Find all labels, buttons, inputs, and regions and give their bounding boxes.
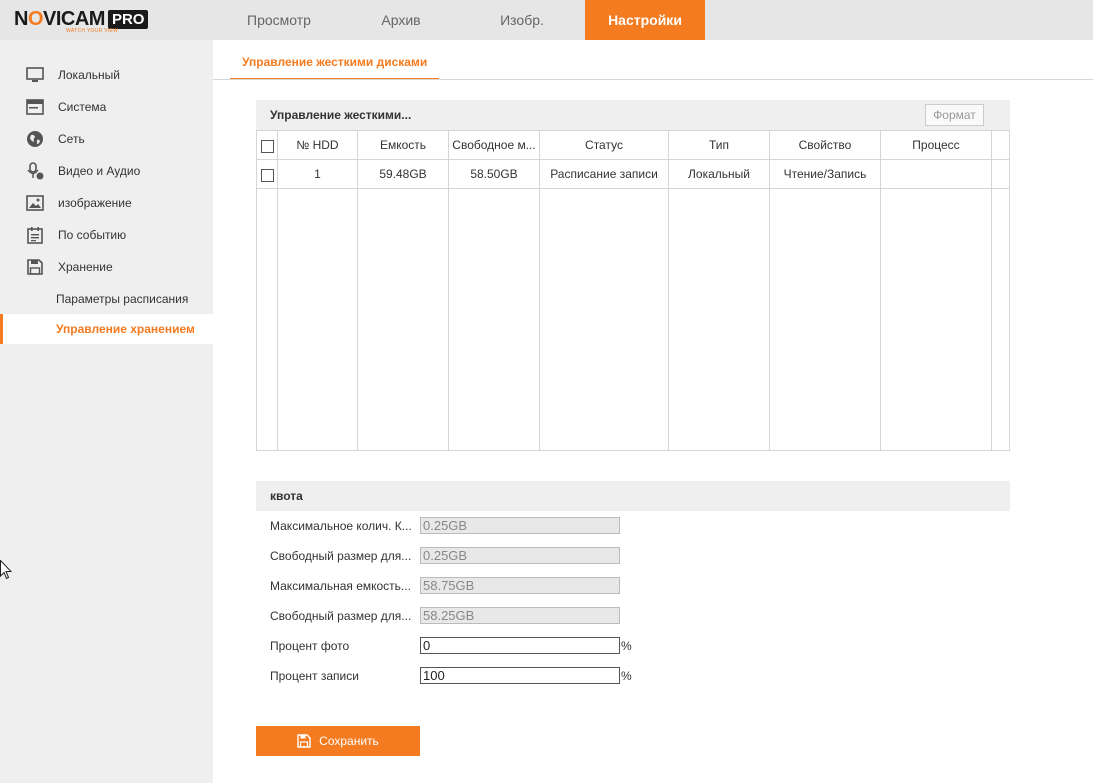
select-all-checkbox[interactable]: [261, 140, 274, 153]
column-header-status[interactable]: Статус: [540, 131, 668, 160]
microphone-icon: [27, 162, 44, 180]
subtab-divider: [213, 79, 1093, 80]
tab-image[interactable]: Изобр.: [458, 0, 586, 40]
sidebar-item-label: Локальный: [58, 68, 120, 82]
sidebar-item-local[interactable]: Локальный: [0, 59, 213, 91]
sidebar-item-label: Хранение: [58, 260, 113, 274]
hdd-table: № HDD Емкость Свободное м... Статус Тип …: [256, 130, 1010, 451]
sidebar-item-label: изображение: [58, 196, 132, 210]
column-header-capacity[interactable]: Емкость: [358, 131, 448, 160]
globe-icon: [27, 131, 43, 147]
floppy-icon: [27, 259, 43, 275]
sidebar-subitem-schedule[interactable]: Параметры расписания: [0, 284, 213, 314]
sidebar-subitem-label: Параметры расписания: [56, 292, 189, 306]
sidebar-item-label: По событию: [58, 228, 127, 242]
percent-suffix: %: [621, 639, 632, 653]
free-record-size-label: Свободный размер для...: [270, 609, 412, 623]
max-record-capacity-label: Максимальная емкость...: [270, 579, 411, 593]
sidebar-item-storage[interactable]: Хранение: [0, 251, 213, 283]
max-picture-capacity-field: [420, 517, 620, 534]
column-header-free[interactable]: Свободное м...: [449, 131, 539, 160]
column-header-property[interactable]: Свойство: [770, 131, 880, 160]
sidebar-subitem-label: Управление хранением: [56, 322, 195, 336]
logo-tagline: WATCH YOUR VIEW: [66, 28, 119, 34]
cell-free: 58.50GB: [470, 167, 518, 181]
mouse-cursor-icon: [0, 560, 12, 580]
max-record-capacity-field: [420, 577, 620, 594]
free-record-size-field: [420, 607, 620, 624]
logo: NOVICAM PRO WATCH YOUR VIEW: [14, 8, 149, 34]
floppy-icon: [297, 734, 311, 748]
cell-hdd: 1: [314, 167, 321, 181]
cell-type: Локальный: [688, 167, 750, 181]
sidebar-item-label: Сеть: [58, 132, 85, 146]
logo-badge: PRO: [107, 10, 149, 29]
tab-preview[interactable]: Просмотр: [214, 0, 344, 40]
cell-status: Расписание записи: [550, 167, 658, 181]
tab-settings[interactable]: Настройки: [585, 0, 705, 40]
free-picture-size-field: [420, 547, 620, 564]
sidebar-subitem-storage-management[interactable]: Управление хранением: [0, 314, 213, 344]
save-button[interactable]: Сохранить: [256, 726, 420, 756]
picture-percent-input[interactable]: [420, 637, 620, 654]
record-percent-label: Процент записи: [270, 669, 359, 683]
percent-suffix: %: [621, 669, 632, 683]
top-navigation-bar: NOVICAM PRO WATCH YOUR VIEW Просмотр Арх…: [0, 0, 1093, 40]
row-checkbox[interactable]: [261, 169, 274, 182]
tab-archive[interactable]: Архив: [344, 0, 458, 40]
quota-section-header: квота: [256, 481, 1010, 511]
sidebar-item-event[interactable]: По событию: [0, 219, 213, 251]
max-picture-capacity-label: Максимальное колич. К...: [270, 519, 412, 533]
quota-section-title: квота: [270, 489, 303, 503]
column-header-hdd[interactable]: № HDD: [278, 131, 357, 160]
cell-property: Чтение/Запись: [783, 167, 867, 181]
sidebar-item-image[interactable]: изображение: [0, 187, 213, 219]
logo-text: NOVICAM: [14, 8, 105, 30]
monitor-icon: [26, 67, 44, 82]
format-button[interactable]: Формат: [925, 104, 984, 126]
image-icon: [26, 195, 44, 211]
sidebar: Локальный Система Сеть Видео и Аудио изо…: [0, 40, 213, 783]
sidebar-item-system[interactable]: Система: [0, 91, 213, 123]
sidebar-item-label: Система: [58, 100, 107, 114]
hdd-section-header: Управление жесткими... Формат: [256, 100, 1010, 130]
record-percent-input[interactable]: [420, 667, 620, 684]
save-button-label: Сохранить: [319, 734, 379, 748]
hdd-section-title: Управление жесткими...: [270, 108, 412, 122]
system-window-icon: [26, 99, 44, 115]
free-picture-size-label: Свободный размер для...: [270, 549, 412, 563]
calendar-icon: [27, 227, 43, 244]
sidebar-item-network[interactable]: Сеть: [0, 123, 213, 155]
cell-capacity: 59.48GB: [379, 167, 427, 181]
sidebar-item-video-audio[interactable]: Видео и Аудио: [0, 155, 213, 187]
column-header-type[interactable]: Тип: [669, 131, 769, 160]
tab-hdd-management[interactable]: Управление жесткими дисками: [230, 55, 440, 80]
sidebar-item-label: Видео и Аудио: [58, 164, 141, 178]
picture-percent-label: Процент фото: [270, 639, 350, 653]
cell-process: [881, 160, 991, 189]
column-header-process[interactable]: Процесс: [881, 131, 991, 160]
